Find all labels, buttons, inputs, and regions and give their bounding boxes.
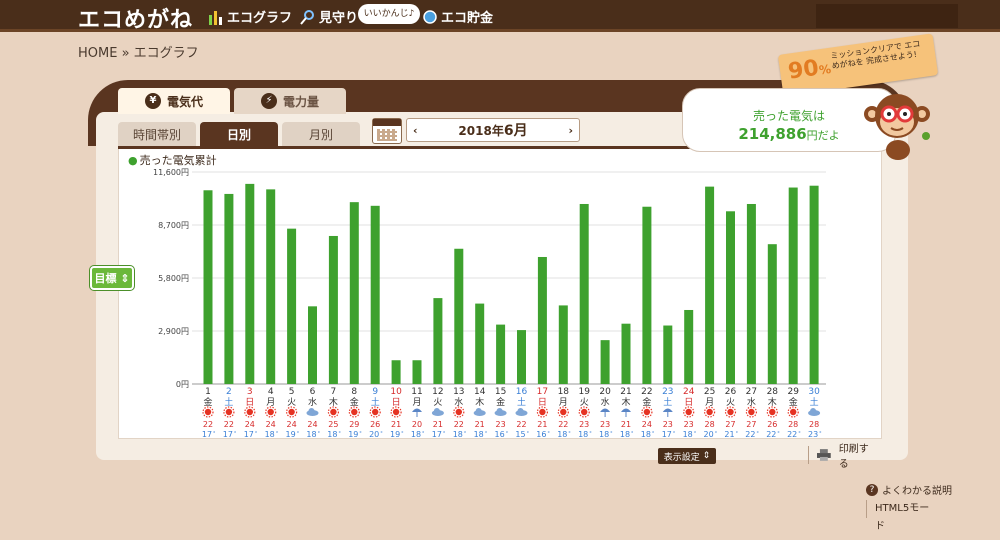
subtab-daily[interactable]: 日別	[200, 122, 278, 146]
breadcrumb: HOME » エコグラフ	[78, 46, 199, 61]
app-logo[interactable]: エコめがね	[78, 2, 193, 34]
subtab-hourly[interactable]: 時間帯別	[118, 122, 196, 146]
yen-icon: ¥	[144, 93, 161, 109]
nav-watch[interactable]: 見守り	[300, 7, 358, 26]
magnifier-icon	[300, 9, 314, 25]
user-area	[816, 4, 958, 28]
tab-label: 電力量	[282, 94, 319, 109]
month-selector: ‹ 2018年6月 ›	[406, 118, 580, 142]
faq-link[interactable]: ? よくわかる説明	[866, 482, 952, 497]
tab-electricity-amount[interactable]: ⚡ 電力量	[234, 88, 346, 114]
nav-label: 見守り	[319, 11, 359, 26]
mission-message: ミッションクリアで エコめがねを 完成させよう!	[829, 39, 921, 71]
nav-label: エコ貯金	[441, 11, 494, 26]
mission-percent: 90%	[786, 55, 832, 85]
nav-eco-savings[interactable]: エコ貯金	[422, 7, 493, 26]
nav-eco-graph[interactable]: エコグラフ	[208, 7, 292, 26]
html5-mode-link[interactable]: HTML5モード	[866, 500, 938, 532]
tab-electricity-cost[interactable]: ¥ 電気代	[118, 88, 230, 114]
status-speech-bubble: いいかんじ♪	[358, 4, 420, 24]
tab-label: 電気代	[166, 94, 203, 109]
prev-month-button[interactable]: ‹	[413, 124, 418, 137]
top-navigation-bar: エコめがね エコグラフ 見守り いいかんじ♪ エコ貯金	[0, 0, 1000, 34]
nav-label: エコグラフ	[227, 11, 293, 26]
chart-legend: ● 売った電気累計	[128, 154, 217, 167]
next-month-button[interactable]: ›	[568, 124, 573, 137]
goal-dropdown-button[interactable]: 目標 ⇕	[90, 266, 134, 290]
chart-area	[118, 149, 882, 439]
bar-chart-icon	[209, 10, 222, 25]
help-icon: ?	[866, 483, 878, 496]
monkey-mascot-icon	[864, 94, 930, 160]
print-button[interactable]: 印刷する	[808, 444, 878, 470]
subtab-monthly[interactable]: 月別	[282, 122, 360, 146]
printer-icon	[817, 449, 831, 461]
bolt-icon: ⚡	[260, 93, 277, 109]
current-month: 2018年6月	[458, 123, 528, 139]
calendar-icon[interactable]	[372, 118, 402, 144]
display-settings-button[interactable]: 表示設定 ⇕	[658, 448, 716, 464]
coin-icon	[423, 9, 437, 24]
